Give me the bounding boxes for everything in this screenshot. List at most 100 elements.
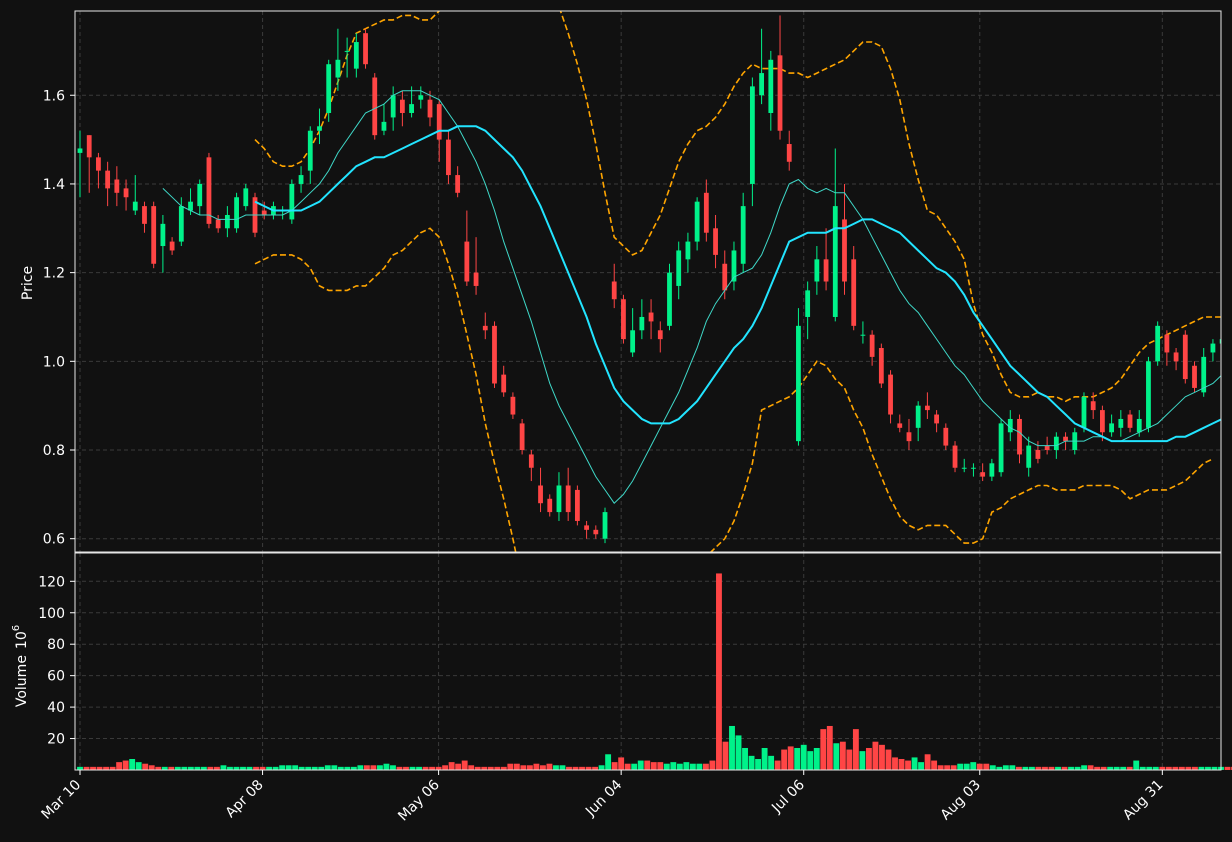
- volume-bar: [989, 765, 996, 770]
- volume-bar: [879, 744, 885, 770]
- candle-body-up: [749, 86, 755, 184]
- volume-bar: [976, 763, 983, 770]
- candle-body-up: [289, 183, 295, 220]
- y-tick-label: 1.6: [43, 88, 65, 104]
- candle-body-down: [436, 104, 442, 140]
- candle-body-up: [814, 259, 820, 282]
- volume-bar: [748, 755, 755, 770]
- candle-body-up: [335, 59, 341, 78]
- candle-body-down: [574, 489, 580, 521]
- candle-body-down: [593, 529, 599, 535]
- candle-body-down: [538, 485, 543, 504]
- volume-multiplier: 10: [14, 631, 30, 649]
- candle-body-down: [869, 334, 875, 357]
- candle-body-up: [915, 405, 921, 428]
- volume-bar: [735, 735, 742, 770]
- candle-body-up: [602, 512, 608, 539]
- volume-bar: [807, 751, 814, 770]
- volume-bar: [852, 729, 859, 770]
- volume-bar: [357, 765, 364, 770]
- candle-body-up: [796, 325, 801, 442]
- volume-bar: [826, 725, 833, 770]
- candle-body-up: [1053, 436, 1059, 451]
- candle-body-up: [178, 206, 184, 242]
- y-tick-label: 1.2: [43, 266, 65, 282]
- candle-body-down: [510, 396, 516, 415]
- volume-bar: [937, 765, 944, 770]
- volume-bar: [931, 760, 938, 770]
- volume-bar: [918, 762, 925, 770]
- volume-bar: [285, 765, 292, 770]
- candle-body-up: [630, 330, 636, 353]
- candle-body-up: [639, 316, 645, 331]
- volume-bar: [833, 743, 840, 770]
- volume-bar: [787, 746, 794, 770]
- candle-body-down: [151, 206, 157, 264]
- candle-body-down: [878, 348, 884, 384]
- y-tick-label: 40: [47, 700, 65, 716]
- volume-bar: [898, 758, 905, 770]
- candle-body-down: [96, 157, 101, 171]
- volume-bar: [526, 765, 533, 770]
- candle-body-down: [1044, 445, 1050, 451]
- volume-bar: [865, 747, 872, 770]
- volume-bar: [468, 765, 475, 770]
- volume-bar: [722, 741, 729, 770]
- candle-body-down: [657, 330, 663, 340]
- volume-bar: [624, 763, 631, 770]
- y-tick-label: 1.0: [43, 354, 65, 370]
- candle-body-down: [934, 414, 940, 424]
- volume-bar: [631, 763, 638, 770]
- volume-bar: [637, 760, 644, 770]
- candle-body-down: [823, 259, 829, 282]
- volume-bar: [370, 765, 377, 770]
- candle-body-up: [243, 188, 249, 207]
- volume-bar: [742, 747, 748, 770]
- candle-body-down: [621, 299, 626, 340]
- volume-bar: [846, 749, 853, 770]
- figure-background: [0, 0, 1232, 842]
- candle-body-up: [805, 290, 811, 317]
- candle-body-up: [197, 183, 203, 207]
- candle-body-up: [961, 467, 967, 469]
- candle-body-down: [473, 272, 479, 286]
- candle-body-down: [924, 405, 930, 411]
- candle-body-down: [703, 192, 709, 233]
- volume-label-text: Volume: [14, 655, 30, 707]
- volume-bar: [383, 763, 390, 770]
- candle-body-down: [492, 325, 497, 384]
- volume-bar: [520, 765, 527, 770]
- candle-body-down: [1063, 436, 1068, 442]
- volume-bar: [683, 762, 690, 770]
- candle-body-up: [1109, 423, 1115, 433]
- y-tick-label: 0.6: [43, 532, 65, 548]
- volume-bar: [676, 763, 683, 770]
- volume-bar: [324, 765, 331, 770]
- candle-body-up: [759, 73, 764, 96]
- candle-body-down: [427, 99, 433, 118]
- volume-bar: [1081, 765, 1088, 770]
- candle-body-down: [888, 374, 893, 415]
- candle-body-down: [1035, 450, 1041, 459]
- candle-body-up: [353, 42, 359, 69]
- volume-bar: [279, 765, 286, 770]
- volume-bar: [142, 763, 149, 770]
- candle-body-down: [528, 454, 534, 468]
- candle-body-down: [464, 241, 470, 282]
- candle-body-down: [114, 179, 120, 193]
- volume-bar: [455, 763, 462, 770]
- volume-bar: [650, 762, 657, 770]
- volume-bar: [539, 765, 546, 770]
- volume-bar: [820, 729, 827, 770]
- candle-body-down: [142, 206, 147, 224]
- candle-body-down: [261, 210, 267, 215]
- candle-body-up: [1136, 418, 1142, 433]
- price-axis-label: Price: [20, 266, 36, 300]
- volume-bar: [644, 760, 651, 770]
- volume-bar: [944, 765, 951, 770]
- volume-bar: [970, 762, 977, 770]
- candle-body-up: [1210, 343, 1216, 353]
- volume-bar: [755, 758, 762, 770]
- candle-body-up: [989, 463, 995, 477]
- candle-body-down: [547, 498, 553, 513]
